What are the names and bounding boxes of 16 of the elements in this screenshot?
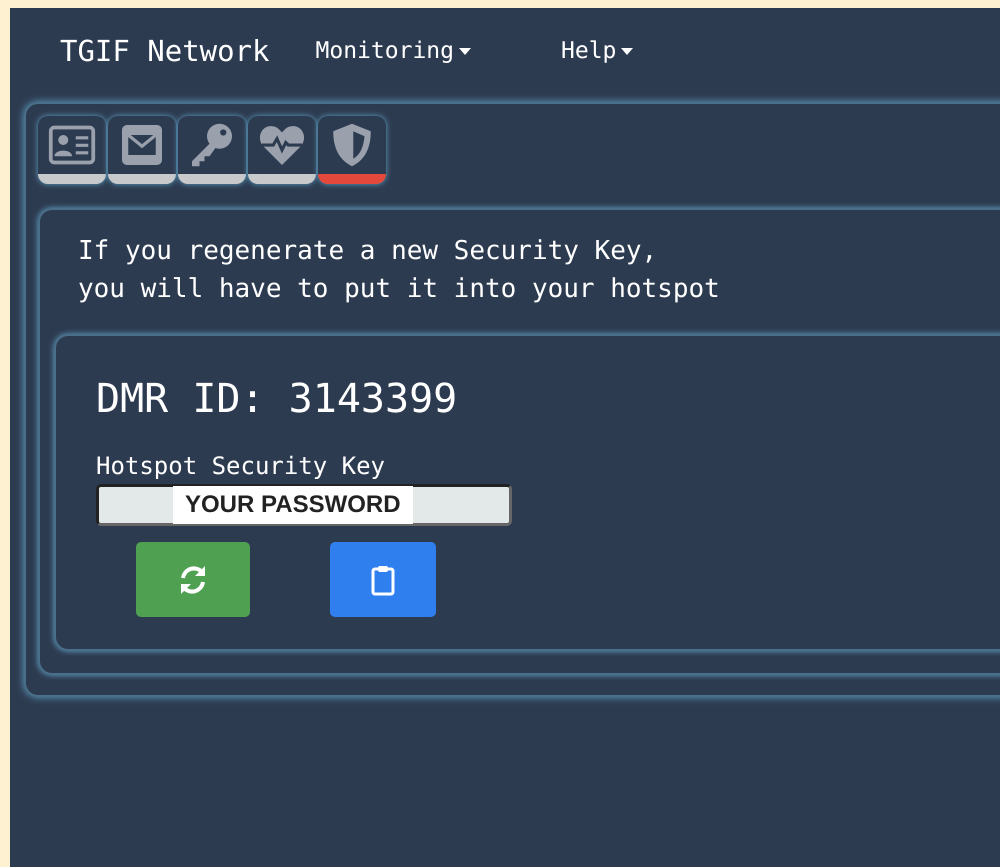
tab[interactable] [108, 116, 176, 184]
dmr-id-heading: DMR ID: 3143399 [96, 376, 458, 422]
caret-icon [459, 48, 471, 54]
nav-menu[interactable]: Help [561, 38, 634, 64]
nav-menu[interactable]: Monitoring [316, 38, 471, 64]
notice-text: If you regenerate a new Security Key, you will have to put it into your hotspot [78, 235, 721, 306]
tab[interactable] [38, 116, 106, 184]
field-label: Hotspot Security Key [96, 452, 385, 480]
key-field[interactable]: YOUR PASSWORD [96, 484, 512, 526]
tab[interactable] [248, 116, 316, 184]
tab[interactable] [318, 116, 386, 184]
caret-icon [621, 48, 634, 54]
regenerate-button[interactable] [136, 542, 250, 617]
tab[interactable] [178, 116, 246, 184]
brand-title[interactable]: TGIF Network [60, 34, 270, 68]
copy-button[interactable] [330, 542, 436, 617]
